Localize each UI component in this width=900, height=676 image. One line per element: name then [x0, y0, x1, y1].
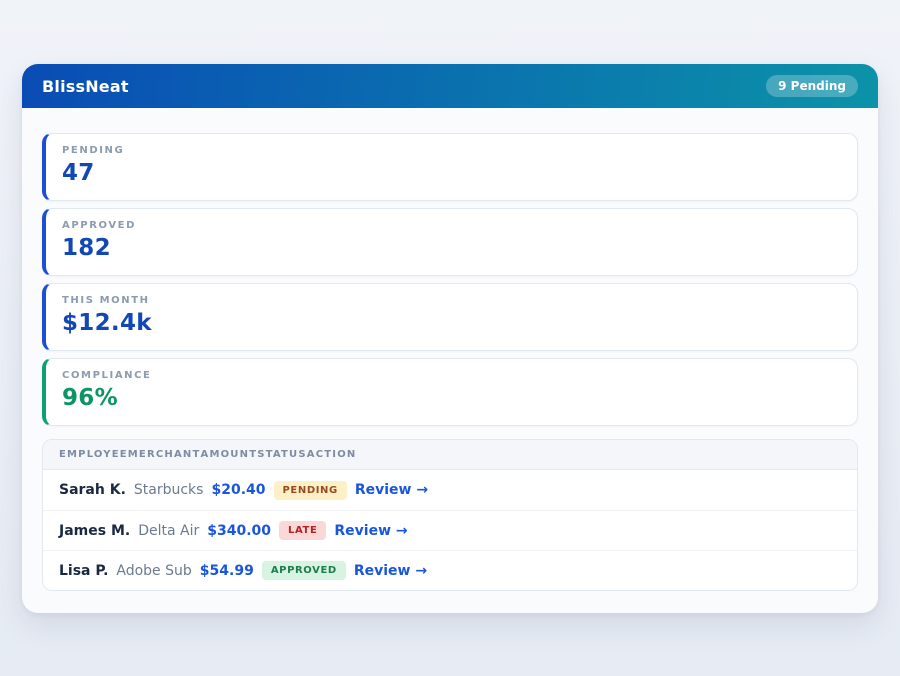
- stat-value: 47: [62, 160, 841, 186]
- stat-card-approved: APPROVED 182: [42, 208, 858, 276]
- review-link[interactable]: Review →: [354, 563, 427, 579]
- stat-card-pending: PENDING 47: [42, 133, 858, 201]
- employee-name: James M.: [59, 523, 130, 539]
- status-badge: LATE: [279, 521, 326, 540]
- amount-value: $54.99: [200, 563, 254, 579]
- review-link[interactable]: Review →: [355, 482, 428, 498]
- merchant-name: Starbucks: [134, 482, 204, 498]
- employee-name: Lisa P.: [59, 563, 108, 579]
- employee-name: Sarah K.: [59, 482, 126, 498]
- stat-value: 96%: [62, 385, 841, 411]
- expenses-table: EMPLOYEE MERCHANT AMOUNT STATUS ACTION S…: [42, 439, 858, 591]
- stat-label: APPROVED: [62, 220, 841, 231]
- status-badge: APPROVED: [262, 561, 346, 580]
- stat-label: PENDING: [62, 145, 841, 156]
- column-header-merchant: MERCHANT: [128, 449, 201, 460]
- column-header-amount: AMOUNT: [201, 449, 258, 460]
- table-row: Lisa P. Adobe Sub $54.99 APPROVED Review…: [43, 550, 857, 590]
- stat-card-compliance: COMPLIANCE 96%: [42, 358, 858, 426]
- status-badge: PENDING: [274, 481, 347, 500]
- stat-value: 182: [62, 235, 841, 261]
- table-row: Sarah K. Starbucks $20.40 PENDING Review…: [43, 470, 857, 510]
- table-header-row: EMPLOYEE MERCHANT AMOUNT STATUS ACTION: [43, 440, 857, 470]
- amount-value: $340.00: [207, 523, 271, 539]
- app-header: BlissNeat 9 Pending: [22, 64, 878, 108]
- stat-label: THIS MONTH: [62, 295, 841, 306]
- column-header-employee: EMPLOYEE: [59, 449, 128, 460]
- stat-label: COMPLIANCE: [62, 370, 841, 381]
- stat-card-this-month: THIS MONTH $12.4k: [42, 283, 858, 351]
- column-header-action: ACTION: [307, 449, 357, 460]
- app-title: BlissNeat: [42, 77, 129, 96]
- merchant-name: Adobe Sub: [116, 563, 191, 579]
- dashboard-card: BlissNeat 9 Pending PENDING 47 APPROVED …: [22, 64, 878, 613]
- table-row: James M. Delta Air $340.00 LATE Review →: [43, 510, 857, 550]
- pending-count-badge: 9 Pending: [766, 75, 858, 97]
- dashboard-content: PENDING 47 APPROVED 182 THIS MONTH $12.4…: [22, 108, 878, 613]
- amount-value: $20.40: [211, 482, 265, 498]
- column-header-status: STATUS: [257, 449, 307, 460]
- review-link[interactable]: Review →: [334, 523, 407, 539]
- stat-value: $12.4k: [62, 310, 841, 336]
- page-background: BlissNeat 9 Pending PENDING 47 APPROVED …: [0, 0, 900, 676]
- merchant-name: Delta Air: [138, 523, 199, 539]
